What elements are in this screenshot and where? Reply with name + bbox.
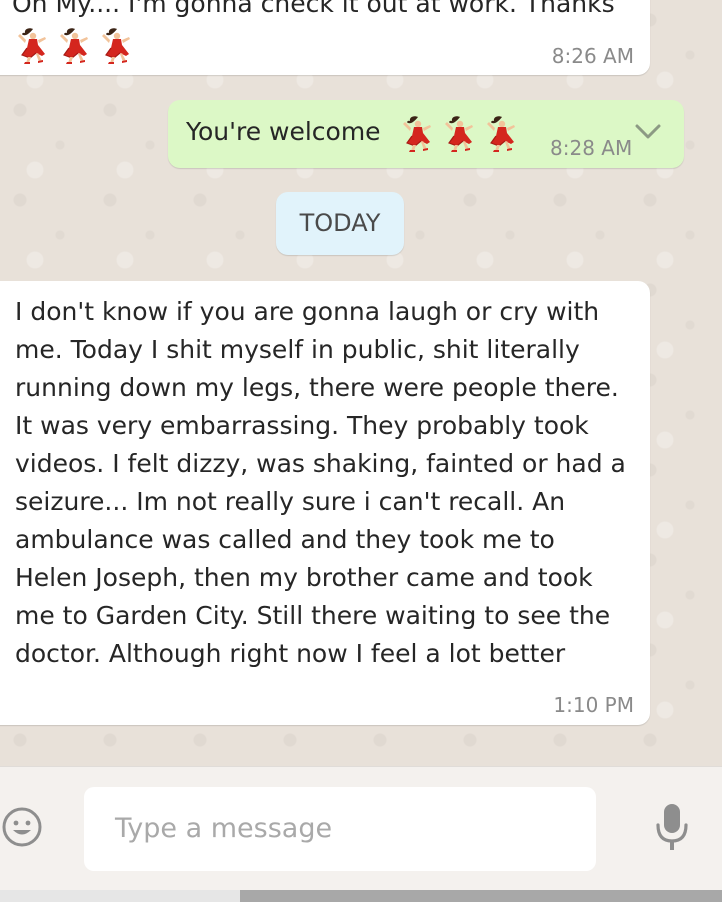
microphone-icon[interactable] [650, 801, 694, 853]
message-incoming[interactable]: I don't know if you are gonna laugh or c… [0, 281, 650, 725]
date-divider: TODAY [276, 192, 404, 255]
emoji-group [397, 114, 521, 154]
message-input[interactable]: Type a message [84, 787, 596, 871]
message-timestamp: 8:28 AM [550, 136, 633, 160]
message-text: Oh My.... I'm gonna check it out at work… [12, 0, 615, 18]
message-outgoing[interactable]: You're welcome 8:28 AM [168, 100, 684, 168]
dancer-emoji-icon [54, 26, 94, 66]
dancer-emoji-icon [397, 114, 437, 154]
horizontal-scrollbar[interactable] [0, 890, 722, 902]
compose-bar: Type a message [0, 766, 722, 891]
dancer-emoji-icon [12, 26, 52, 66]
message-text: You're welcome [186, 117, 381, 146]
message-timestamp: 8:26 AM [551, 44, 634, 68]
scrollbar-thumb[interactable] [240, 890, 722, 902]
message-text: I don't know if you are gonna laugh or c… [15, 297, 626, 668]
message-incoming[interactable]: Oh My.... I'm gonna check it out at work… [0, 0, 650, 75]
message-timestamp: 1:10 PM [553, 693, 634, 717]
dancer-emoji-icon [439, 114, 479, 154]
smiley-icon[interactable] [0, 805, 44, 849]
dancer-emoji-icon [96, 26, 136, 66]
emoji-group [12, 26, 136, 66]
chevron-down-icon[interactable] [630, 114, 666, 150]
chat-area[interactable]: Oh My.... I'm gonna check it out at work… [0, 0, 722, 766]
dancer-emoji-icon [481, 114, 521, 154]
